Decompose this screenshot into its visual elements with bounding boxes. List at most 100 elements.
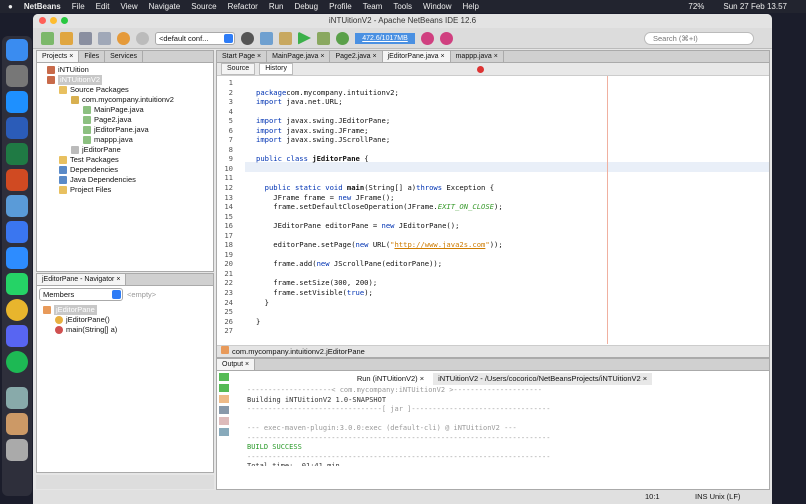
editor-tab[interactable]: jEditorPane.java × (383, 51, 451, 62)
trash-icon[interactable] (6, 439, 28, 461)
code-token: import (256, 97, 282, 107)
tree-node[interactable]: iNTUition (41, 65, 213, 75)
navigator-class[interactable]: jEditorPane (43, 305, 213, 315)
rerun-with-options-icon[interactable] (219, 384, 229, 392)
chrome-icon[interactable] (6, 299, 28, 321)
discord-icon[interactable] (6, 325, 28, 347)
word-icon[interactable] (6, 117, 28, 139)
menu-source[interactable]: Source (191, 2, 216, 11)
close-window-button[interactable] (39, 17, 46, 24)
output-tab[interactable]: iNTUitionV2 - /Users/cocorico/NetBeansPr… (433, 373, 652, 385)
tab-navigator[interactable]: jEditorPane - Navigator × (37, 274, 126, 285)
editor-breadcrumb[interactable]: com.mycompany.intuitionv2.jEditorPane (217, 345, 769, 357)
netbeans-icon[interactable] (6, 195, 28, 217)
tree-node[interactable]: Page2.java (41, 115, 213, 125)
menu-edit[interactable]: Edit (96, 2, 110, 11)
open-project-icon[interactable] (79, 32, 92, 45)
line-number: 4 (217, 107, 233, 117)
editor-tab[interactable]: MainPage.java × (267, 51, 330, 62)
output-console[interactable]: --------------------< com.mycompany:iNTU… (239, 386, 761, 466)
navigator-method[interactable]: main(String[] a) (43, 325, 213, 335)
minimize-window-button[interactable] (50, 17, 57, 24)
undo-icon[interactable] (117, 32, 130, 45)
finder-icon[interactable] (6, 39, 28, 61)
config-select[interactable]: <default conf... (155, 32, 235, 45)
tree-node[interactable]: Source Packages (41, 85, 213, 95)
redo-icon[interactable] (136, 32, 149, 45)
next-icon[interactable] (219, 395, 229, 403)
members-select[interactable]: Members (39, 288, 123, 301)
zoom-icon[interactable] (6, 247, 28, 269)
menu-help[interactable]: Help (462, 2, 478, 11)
menu-tools[interactable]: Tools (393, 2, 412, 11)
new-project-icon[interactable] (60, 32, 73, 45)
project-icon (47, 76, 55, 84)
apple-icon[interactable]: ● (8, 2, 13, 11)
editor-tab[interactable]: Page2.java × (330, 51, 382, 62)
notes-icon[interactable] (6, 413, 28, 435)
settings-icon[interactable] (219, 428, 229, 436)
tree-node[interactable]: Test Packages (41, 155, 213, 165)
menu-profile[interactable]: Profile (329, 2, 352, 11)
editor-tab[interactable]: Start Page × (217, 51, 267, 62)
code-token: ); (364, 288, 373, 298)
snapshot-icon[interactable] (440, 32, 453, 45)
breakpoint-icon[interactable] (477, 66, 484, 73)
menu-window[interactable]: Window (423, 2, 451, 11)
build-icon[interactable] (260, 32, 273, 45)
app-store-icon[interactable] (6, 91, 28, 113)
tree-node[interactable]: mappp.java (41, 135, 213, 145)
code-token: import (256, 116, 282, 126)
menu-refactor[interactable]: Refactor (228, 2, 258, 11)
whatsapp-icon[interactable] (6, 273, 28, 295)
menu-file[interactable]: File (72, 2, 85, 11)
save-all-icon[interactable] (98, 32, 111, 45)
search-input[interactable]: Search (⌘+I) (644, 32, 754, 45)
source-button[interactable]: Source (221, 63, 255, 75)
gc-icon[interactable] (421, 32, 434, 45)
clean-build-icon[interactable] (279, 32, 292, 45)
battery-label[interactable]: 72% (688, 2, 704, 11)
menu-team[interactable]: Team (363, 2, 383, 11)
spotify-icon[interactable] (6, 351, 28, 373)
tree-node[interactable]: Project Files (41, 185, 213, 195)
tab-files[interactable]: Files (79, 51, 105, 62)
tree-node[interactable]: com.mycompany.intuitionv2 (41, 95, 213, 105)
code-editor[interactable]: 12packagecom.mycompany.intuitionv2;3impo… (217, 76, 769, 344)
tab-services[interactable]: Services (105, 51, 143, 62)
menu-navigate[interactable]: Navigate (149, 2, 181, 11)
output-tab[interactable]: Run (iNTUitionV2) × (352, 373, 429, 385)
empty-select[interactable]: <empty> (127, 288, 187, 301)
menu-debug[interactable]: Debug (295, 2, 319, 11)
menu-run[interactable]: Run (269, 2, 284, 11)
tree-node[interactable]: jEditorPane.java (41, 125, 213, 135)
tree-node[interactable]: iNTUitionV2 (41, 75, 213, 85)
signal-icon[interactable] (6, 221, 28, 243)
rerun-icon[interactable] (219, 373, 229, 381)
tab-output[interactable]: Output × (217, 359, 255, 370)
navigator-constructor[interactable]: jEditorPane() (43, 315, 213, 325)
tab-projects[interactable]: Projects × (37, 51, 79, 62)
stop-icon[interactable] (219, 417, 229, 425)
tree-node[interactable]: Dependencies (41, 165, 213, 175)
history-button[interactable]: History (259, 63, 293, 75)
tree-node[interactable]: Java Dependencies (41, 175, 213, 185)
profile-icon[interactable] (336, 32, 349, 45)
maximize-window-button[interactable] (61, 17, 68, 24)
editor-tab[interactable]: mappp.java × (451, 51, 504, 62)
powerpoint-icon[interactable] (6, 169, 28, 191)
run-icon[interactable] (298, 32, 311, 45)
excel-icon[interactable] (6, 143, 28, 165)
new-file-icon[interactable] (41, 32, 54, 45)
system-preferences-icon[interactable] (6, 65, 28, 87)
tree-node[interactable]: jEditorPane (41, 145, 213, 155)
clock[interactable]: Sun 27 Feb 13.57 (723, 2, 787, 11)
globe-icon[interactable] (241, 32, 254, 45)
memory-indicator[interactable]: 472.6/1017MB (355, 33, 415, 44)
menu-app-name[interactable]: NetBeans (24, 2, 61, 11)
tree-node[interactable]: MainPage.java (41, 105, 213, 115)
preview-icon[interactable] (6, 387, 28, 409)
menu-view[interactable]: View (120, 2, 137, 11)
debug-icon[interactable] (317, 32, 330, 45)
find-icon[interactable] (219, 406, 229, 414)
